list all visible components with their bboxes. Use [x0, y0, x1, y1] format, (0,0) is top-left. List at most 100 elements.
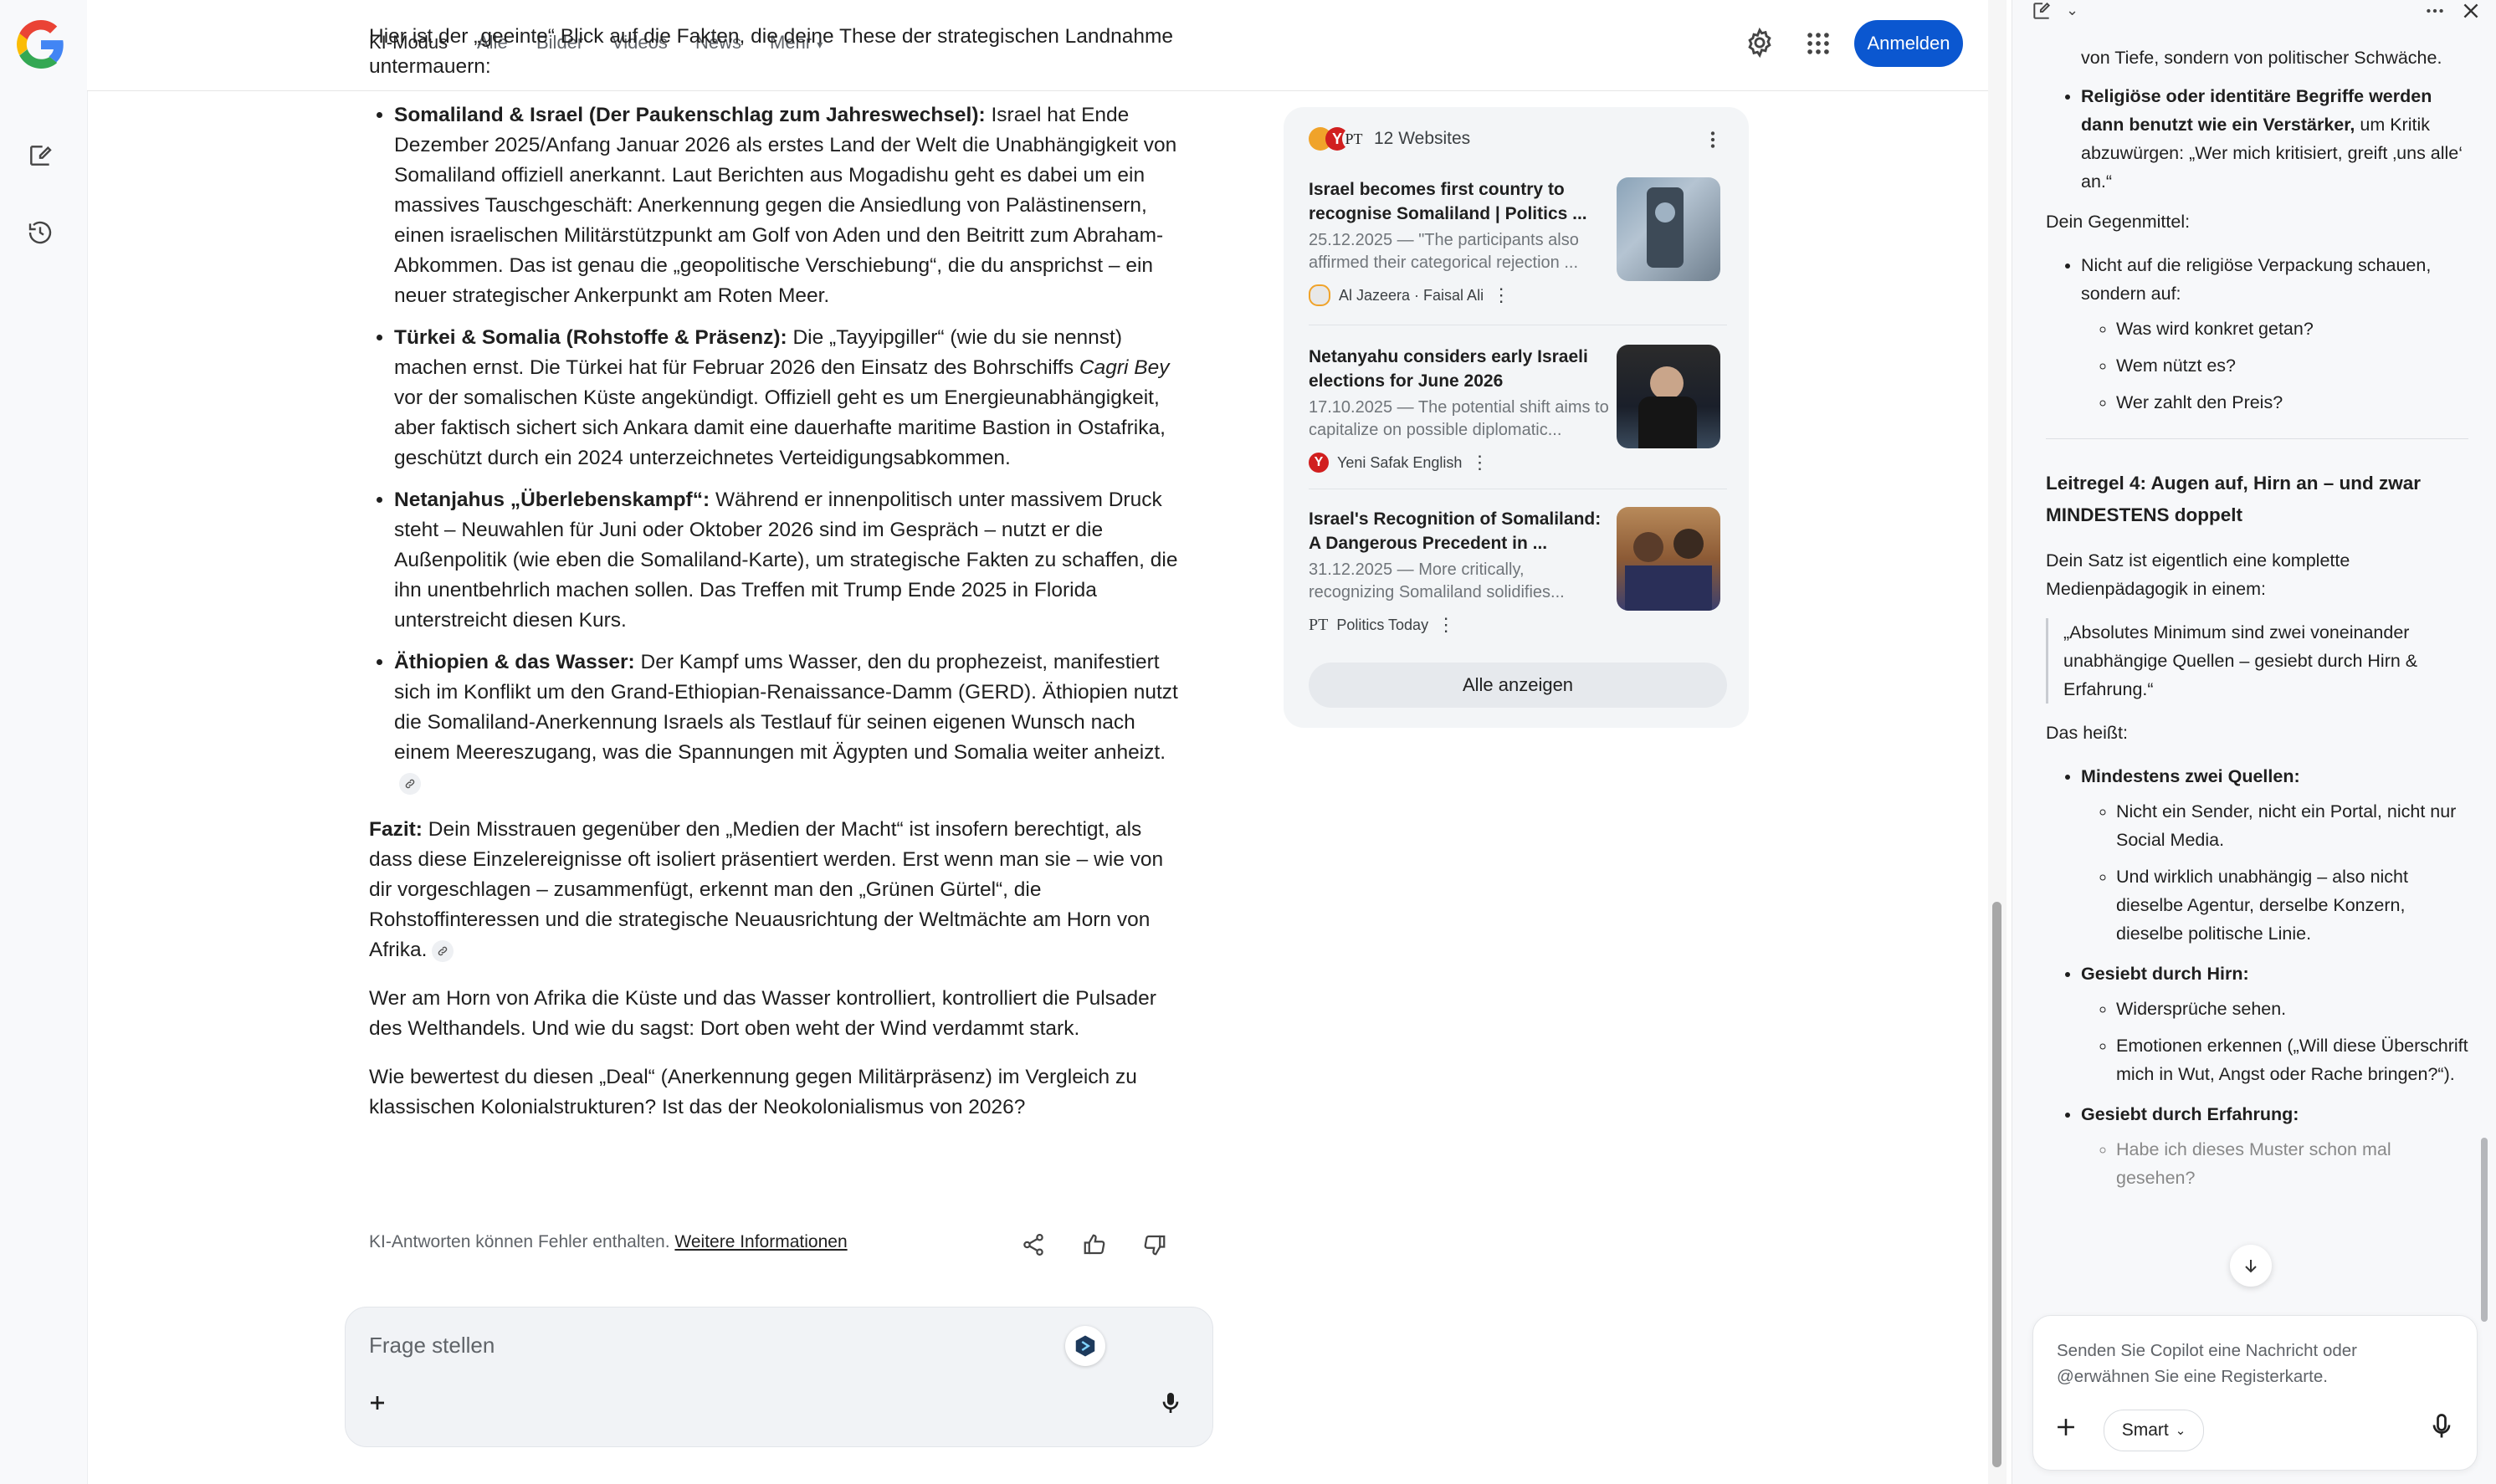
source-link-icon[interactable] — [399, 772, 421, 795]
source-link-icon[interactable] — [432, 939, 454, 962]
new-chat-icon[interactable] — [22, 137, 59, 174]
politics-today-logo-icon: PT — [1309, 615, 1329, 634]
copilot-list: Religiöse oder identitäre Begriffe werde… — [2046, 82, 2468, 196]
copilot-text: Dein Satz ist eigentlich eine komplette … — [2046, 550, 2350, 599]
publisher-name: Al Jazeera · Faisal Ali — [1339, 286, 1484, 304]
bullet-title: Türkei & Somalia (Rohstoffe & Präsenz): — [394, 326, 787, 349]
show-all-button[interactable]: Alle anzeigen — [1309, 663, 1727, 708]
list-item: Widersprüche sehen. — [2116, 995, 2468, 1023]
source-title[interactable]: Netanyahu considers early Israeli electi… — [1309, 345, 1610, 393]
add-plus-icon[interactable] — [2052, 1413, 2080, 1446]
scroll-down-icon[interactable] — [2230, 1245, 2272, 1287]
list-item: Was wird konkret getan? — [2116, 315, 2468, 343]
fazit-paragraph: Fazit: Dein Misstrauen gegenüber den „Me… — [369, 815, 1181, 965]
source-thumbnail — [1617, 507, 1720, 611]
aljazeera-logo-icon — [1309, 284, 1330, 306]
source-snippet: 31.12.2025 — More critically, recognizin… — [1309, 560, 1565, 601]
list-item: Und wirklich unabhängig – also nicht die… — [2116, 862, 2468, 948]
more-info-link[interactable]: Weitere Informationen — [674, 1232, 847, 1251]
copilot-input[interactable]: Senden Sie Copilot eine Nachricht oder @… — [2057, 1338, 2425, 1389]
apps-grid-icon[interactable] — [1804, 29, 1832, 62]
publisher-name: Politics Today — [1336, 616, 1429, 633]
sources-card: Y PT 12 Websites Israel becomes first co… — [1284, 107, 1749, 728]
divider — [2046, 438, 2468, 439]
list-item: Religiöse oder identitäre Begriffe werde… — [2081, 82, 2468, 196]
copilot-sublist: Habe ich dieses Muster schon mal gesehen… — [2081, 1135, 2468, 1192]
list-item: Türkei & Somalia (Rohstoffe & Präsenz): … — [394, 323, 1181, 473]
publisher-name: Yeni Safak English — [1337, 453, 1463, 471]
copilot-input-box[interactable]: Senden Sie Copilot eine Nachricht oder @… — [2032, 1315, 2478, 1471]
copilot-quote: „Absolutes Minimum sind zwei voneinander… — [2046, 618, 2468, 704]
source-item[interactable]: Israel becomes first country to recognis… — [1309, 177, 1727, 306]
copilot-sublist: Nicht ein Sender, nicht ein Portal, nich… — [2081, 797, 2468, 948]
microphone-icon[interactable] — [1157, 1389, 1184, 1420]
source-item[interactable]: Israel's Recognition of Somaliland: A Da… — [1309, 507, 1727, 636]
source-title[interactable]: Israel's Recognition of Somaliland: A Da… — [1309, 507, 1610, 555]
list-item: Gesiebt durch Hirn: Widersprüche sehen. … — [2081, 959, 2468, 1088]
list-item: Wem nützt es? — [2116, 351, 2468, 380]
source-publisher: PT Politics Today ⋮ — [1309, 614, 1727, 636]
list-item: Emotionen erkennen („Will diese Überschr… — [2116, 1031, 2468, 1088]
disclaimer-text: KI-Antworten können Fehler enthalten. — [369, 1232, 670, 1251]
sources-header: Y PT 12 Websites — [1309, 127, 1470, 151]
sources-count: 12 Websites — [1374, 129, 1471, 148]
bullet-text: vor der somalischen Küste angekündigt. O… — [394, 386, 1166, 469]
more-options-icon[interactable]: ⋮ — [1470, 452, 1489, 473]
copilot-text: von Tiefe, sondern von politischer Schwä… — [2081, 48, 2442, 68]
source-publisher: Al Jazeera · Faisal Ali ⋮ — [1309, 284, 1727, 306]
ai-answer: Hier ist der „geeinte“ Blick auf die Fak… — [369, 25, 1181, 1141]
more-horizontal-icon[interactable] — [2424, 0, 2446, 26]
copilot-panel: ⌄ von Tiefe, sondern von politischer Sch… — [2012, 0, 2496, 1484]
more-options-icon[interactable]: ⋮ — [1437, 614, 1455, 636]
page-scrollbar-thumb[interactable] — [1992, 902, 2001, 1467]
source-snippet: 17.10.2025 — The potential shift aims to… — [1309, 398, 1609, 439]
fazit-label: Fazit: — [369, 818, 423, 841]
smart-mode-dropdown[interactable]: Smart ⌄ — [2104, 1410, 2204, 1451]
compose-icon[interactable] — [2031, 0, 2053, 26]
close-icon[interactable] — [2460, 0, 2482, 26]
list-item: Somaliland & Israel (Der Paukenschlag zu… — [394, 100, 1181, 311]
list-item: Mindestens zwei Quellen: Nicht ein Sende… — [2081, 762, 2468, 948]
copilot-bold: Gesiebt durch Hirn: — [2081, 964, 2249, 984]
source-snippet: 25.12.2025 — "The participants also affi… — [1309, 231, 1579, 272]
answer-intro: Hier ist der „geeinte“ Blick auf die Fak… — [369, 25, 1174, 78]
answer-paragraph: Wer am Horn von Afrika die Küste und das… — [369, 987, 1156, 1040]
copilot-list: Mindestens zwei Quellen: Nicht ein Sende… — [2046, 762, 2468, 1192]
chevron-down-icon[interactable]: ⌄ — [2066, 2, 2078, 19]
bullet-title: Somaliland & Israel (Der Paukenschlag zu… — [394, 104, 986, 126]
bullet-title: Netanjahus „Überlebenskampf“: — [394, 489, 710, 511]
favicon-stack-icon: Y PT — [1309, 127, 1366, 151]
microphone-icon[interactable] — [2427, 1411, 2457, 1446]
chevron-down-icon: ⌄ — [2175, 1424, 2186, 1438]
copilot-text: Dein Gegenmittel: — [2046, 212, 2191, 232]
add-plus-icon[interactable] — [364, 1389, 391, 1420]
source-publisher: Y Yeni Safak English ⋮ — [1309, 452, 1727, 473]
thumbs-down-icon[interactable] — [1136, 1226, 1173, 1263]
copilot-sublist: Was wird konkret getan? Wem nützt es? We… — [2081, 315, 2468, 417]
list-item: Nicht ein Sender, nicht ein Portal, nich… — [2116, 797, 2468, 854]
answer-paragraph: Wie bewertest du diesen „Deal“ (Anerkenn… — [369, 1066, 1137, 1118]
answer-bullets: Somaliland & Israel (Der Paukenschlag zu… — [369, 100, 1181, 798]
ai-disclaimer: KI-Antworten können Fehler enthalten. We… — [369, 1232, 848, 1252]
share-icon[interactable] — [1015, 1226, 1052, 1263]
settings-gear-icon[interactable] — [1744, 27, 1776, 63]
copilot-scrollbar[interactable] — [2481, 1138, 2488, 1322]
google-logo-icon[interactable] — [17, 20, 65, 69]
source-thumbnail — [1617, 345, 1720, 448]
source-thumbnail — [1617, 177, 1720, 281]
more-options-icon[interactable]: ⋮ — [1492, 284, 1510, 306]
copilot-text: Das heißt: — [2046, 723, 2128, 743]
thumbs-up-icon[interactable] — [1076, 1226, 1113, 1263]
history-icon[interactable] — [22, 214, 59, 251]
source-title[interactable]: Israel becomes first country to recognis… — [1309, 177, 1610, 226]
list-item: Netanjahus „Überlebenskampf“: Während er… — [394, 485, 1181, 636]
signin-button[interactable]: Anmelden — [1854, 20, 1963, 67]
fazit-text: Dein Misstrauen gegenüber den „Medien de… — [369, 818, 1164, 961]
ask-input[interactable]: Frage stellen — [369, 1333, 495, 1359]
left-rail — [0, 0, 88, 1484]
ask-box[interactable]: Frage stellen — [345, 1307, 1213, 1447]
copilot-heading: Leitregel 4: Augen auf, Hirn an – und zw… — [2046, 473, 2421, 525]
source-item[interactable]: Netanyahu considers early Israeli electi… — [1309, 345, 1727, 473]
ai-mode-badge-icon[interactable] — [1065, 1326, 1105, 1366]
more-options-icon[interactable] — [1702, 129, 1724, 155]
